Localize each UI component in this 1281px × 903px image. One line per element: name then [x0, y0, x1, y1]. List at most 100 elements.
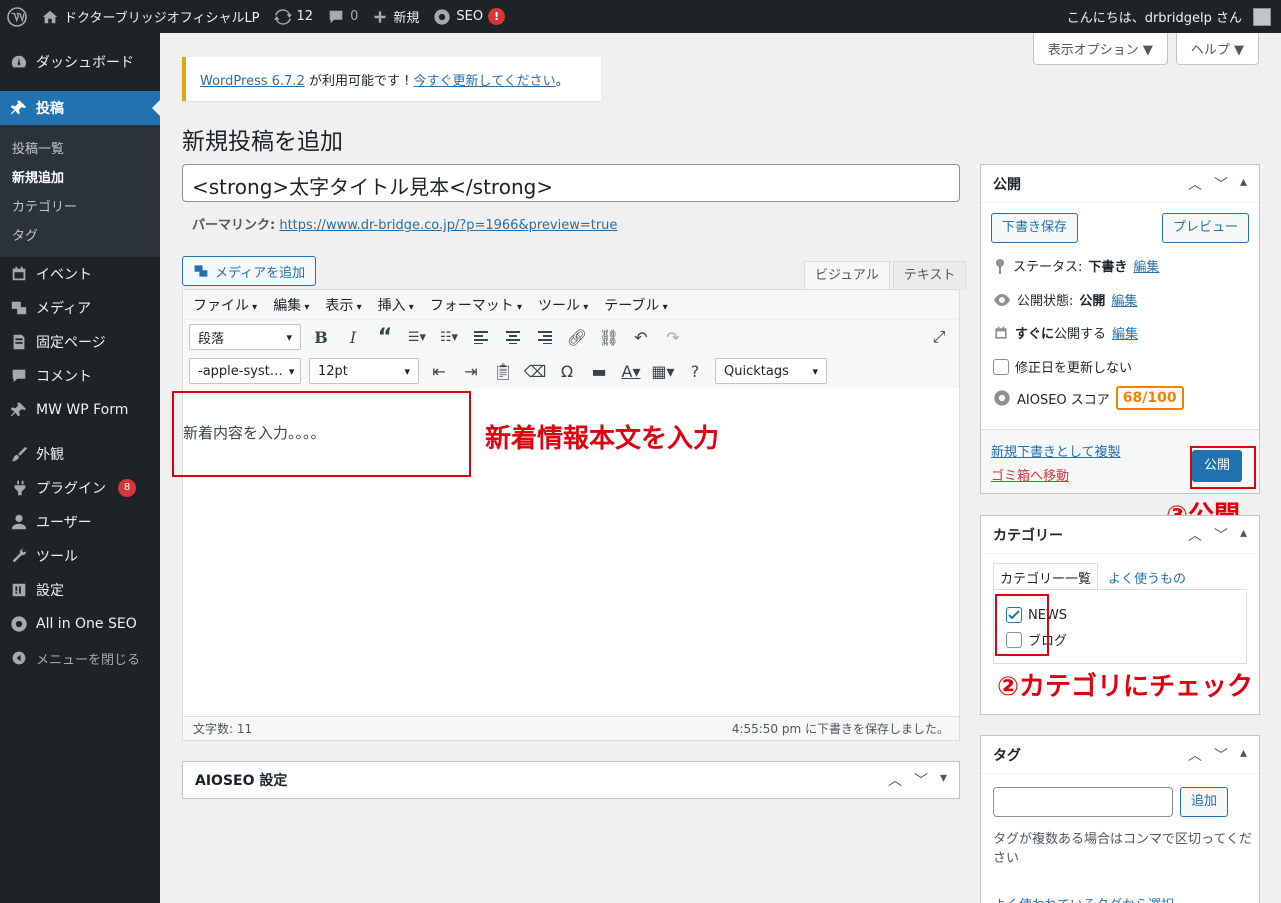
- text-color-icon[interactable]: A▾: [619, 359, 643, 383]
- aioseo-settings-box[interactable]: AIOSEO 設定 ︿ ﹀ ▾: [182, 761, 960, 799]
- align-left-icon[interactable]: [469, 325, 493, 349]
- menu-plugins[interactable]: プラグイン 8: [0, 471, 160, 505]
- new-content-menu[interactable]: 新規: [365, 0, 426, 33]
- menu-dashboard[interactable]: ダッシュボード: [0, 45, 160, 79]
- updates-menu[interactable]: 12: [267, 0, 321, 33]
- copy-to-new-draft-link[interactable]: 新規下書きとして複製: [991, 441, 1121, 460]
- quicktags-select[interactable]: Quicktags: [715, 358, 827, 384]
- submenu-tags[interactable]: タグ: [0, 220, 160, 249]
- menu-users[interactable]: ユーザー: [0, 505, 160, 539]
- post-title-input[interactable]: <strong>太字タイトル見本</strong>: [182, 164, 960, 202]
- visibility-value: 公開: [1079, 294, 1106, 309]
- menu-file[interactable]: ファイル: [193, 295, 257, 315]
- move-down-icon[interactable]: ﹀: [914, 770, 928, 790]
- menu-insert[interactable]: 挿入: [378, 295, 414, 315]
- toggle-icon[interactable]: ▴: [1240, 174, 1247, 194]
- table-icon[interactable]: ▦▾: [651, 359, 675, 383]
- help-icon[interactable]: ?: [683, 359, 707, 383]
- indent-icon[interactable]: ⇥: [459, 359, 483, 383]
- edit-status-link[interactable]: 編集: [1133, 256, 1159, 275]
- modified-date-checkbox[interactable]: [993, 358, 1009, 375]
- wp-logo-menu[interactable]: [0, 0, 34, 33]
- choose-tags-link[interactable]: よく使われているタグから選択: [993, 894, 1174, 903]
- menu-comments[interactable]: コメント: [0, 359, 160, 393]
- editor-menubar: ファイル 編集 表示 挿入 フォーマット ツール テーブル: [183, 290, 959, 320]
- format-select[interactable]: 段落: [189, 324, 301, 350]
- seo-menu[interactable]: SEO !: [426, 0, 512, 33]
- screen-options-button[interactable]: 表示オプション ▼: [1032, 33, 1168, 65]
- move-down-icon[interactable]: ﹀: [1214, 525, 1228, 545]
- move-to-trash-link[interactable]: ゴミ箱へ移動: [991, 465, 1069, 484]
- align-right-icon[interactable]: [533, 325, 557, 349]
- menu-format[interactable]: フォーマット: [430, 295, 522, 315]
- move-up-icon[interactable]: ︿: [888, 770, 902, 790]
- edit-schedule-link[interactable]: 編集: [1112, 323, 1138, 342]
- save-draft-button[interactable]: 下書き保存: [991, 213, 1079, 243]
- italic-icon[interactable]: I: [341, 325, 365, 349]
- categories-box-title: カテゴリー: [993, 527, 1063, 544]
- collapse-menu-button[interactable]: メニューを閉じる: [0, 641, 160, 675]
- bold-icon[interactable]: B: [309, 325, 333, 349]
- menu-tools[interactable]: ツール: [0, 539, 160, 573]
- menu-label: All in One SEO: [36, 616, 137, 632]
- unlink-icon[interactable]: ⛓︎: [597, 325, 621, 349]
- edit-visibility-link[interactable]: 編集: [1111, 290, 1137, 309]
- tab-text[interactable]: テキスト: [892, 261, 967, 290]
- tab-most-used[interactable]: よく使うもの: [1108, 568, 1186, 591]
- move-up-icon[interactable]: ︿: [1188, 525, 1202, 545]
- blockquote-icon[interactable]: “: [373, 325, 397, 350]
- horizontal-line-icon[interactable]: ▬: [587, 359, 611, 383]
- font-size-select[interactable]: 12pt: [309, 358, 419, 384]
- menu-mw-wp-form[interactable]: MW WP Form: [0, 393, 160, 427]
- editor-toolbar-row-1: 段落 B I “ ☰▾ ☷▾ 🔗︎ ⛓︎ ↶ ↷ ⤢: [183, 320, 959, 354]
- menu-table[interactable]: テーブル: [604, 295, 667, 315]
- bullet-list-icon[interactable]: ☰▾: [405, 325, 429, 349]
- submenu-add-new[interactable]: 新規追加: [0, 162, 160, 191]
- toggle-icon[interactable]: ▴: [1240, 525, 1247, 545]
- redo-icon[interactable]: ↷: [661, 325, 685, 349]
- site-name-menu[interactable]: ドクターブリッジオフィシャルLP: [34, 0, 267, 33]
- help-button[interactable]: ヘルプ ▼: [1175, 33, 1259, 65]
- align-center-icon[interactable]: [501, 325, 525, 349]
- update-notice: WordPress 6.7.2 が利用可能です ! 今すぐ更新してください。: [182, 57, 601, 101]
- menu-events[interactable]: イベント: [0, 257, 160, 291]
- menu-posts[interactable]: 投稿: [0, 91, 160, 125]
- add-media-button[interactable]: メディアを追加: [182, 256, 317, 286]
- undo-icon[interactable]: ↶: [629, 325, 653, 349]
- permalink-url[interactable]: https://www.dr-bridge.co.jp/?p=1966&prev…: [279, 218, 617, 233]
- preview-button[interactable]: プレビュー: [1161, 213, 1249, 243]
- font-family-select[interactable]: -apple-syst…: [189, 358, 301, 384]
- submenu-categories[interactable]: カテゴリー: [0, 191, 160, 220]
- menu-view[interactable]: 表示: [325, 295, 361, 315]
- move-up-icon[interactable]: ︿: [1188, 174, 1202, 194]
- tab-visual[interactable]: ビジュアル: [804, 261, 890, 290]
- menu-media[interactable]: メディア: [0, 291, 160, 325]
- menu-appearance[interactable]: 外観: [0, 437, 160, 471]
- link-icon[interactable]: 🔗︎: [565, 325, 589, 349]
- menu-tools[interactable]: ツール: [538, 295, 588, 315]
- move-up-icon[interactable]: ︿: [1188, 745, 1202, 765]
- move-down-icon[interactable]: ﹀: [1214, 745, 1228, 765]
- wordpress-version-link[interactable]: WordPress 6.7.2: [200, 74, 305, 89]
- menu-all-in-one-seo[interactable]: All in One SEO: [0, 607, 160, 641]
- toggle-icon[interactable]: ▴: [1240, 745, 1247, 765]
- tab-all-categories[interactable]: カテゴリー一覧: [993, 563, 1099, 591]
- submenu-all-posts[interactable]: 投稿一覧: [0, 133, 160, 162]
- paste-text-icon[interactable]: 📋︎: [491, 359, 515, 383]
- toggle-icon[interactable]: ▾: [940, 770, 947, 790]
- fullscreen-icon[interactable]: ⤢: [927, 325, 951, 349]
- menu-pages[interactable]: 固定ページ: [0, 325, 160, 359]
- clear-formatting-icon[interactable]: ⌫: [523, 359, 547, 383]
- tag-input[interactable]: [993, 787, 1173, 817]
- menu-edit[interactable]: 編集: [273, 295, 309, 315]
- move-down-icon[interactable]: ﹀: [1214, 174, 1228, 194]
- menu-settings[interactable]: 設定: [0, 573, 160, 607]
- add-tag-button[interactable]: 追加: [1180, 787, 1229, 817]
- comments-menu[interactable]: 0: [320, 0, 365, 33]
- my-account-menu[interactable]: こんにちは、drbridgelp さん: [1060, 0, 1281, 33]
- special-character-icon[interactable]: Ω: [555, 359, 579, 383]
- aioseo-score-badge[interactable]: 68/100: [1115, 386, 1184, 410]
- update-now-link[interactable]: 今すぐ更新してください: [413, 74, 555, 89]
- numbered-list-icon[interactable]: ☷▾: [437, 325, 461, 349]
- outdent-icon[interactable]: ⇤: [427, 359, 451, 383]
